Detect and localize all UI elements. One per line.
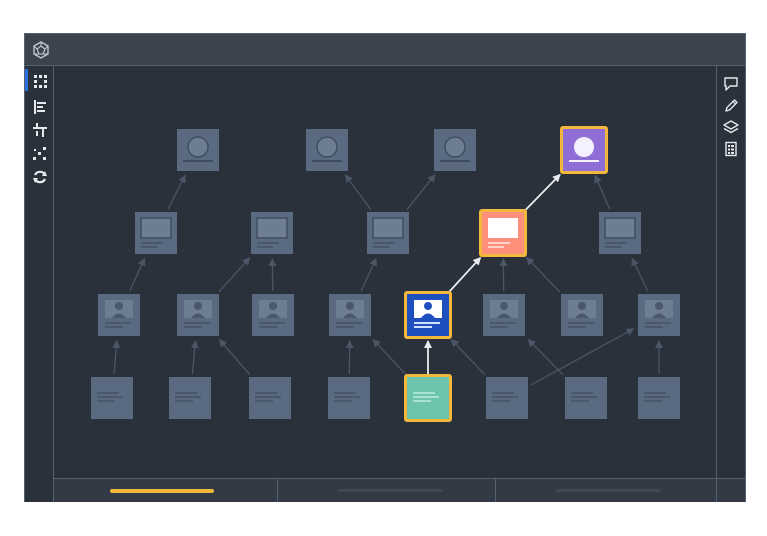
active-tool-indicator (25, 69, 28, 91)
polyhedron-icon[interactable] (32, 41, 50, 59)
pencil-icon[interactable] (723, 98, 739, 114)
document-card-node[interactable] (328, 377, 370, 419)
layers-icon[interactable] (723, 119, 739, 135)
highlighted-path-edge (448, 256, 482, 293)
document-card-node[interactable] (486, 377, 528, 419)
bottom-tab-1[interactable] (54, 479, 278, 502)
screen-card-node[interactable] (135, 212, 177, 254)
document-card-node[interactable] (249, 377, 291, 419)
screen-card-node[interactable] (251, 212, 293, 254)
graph-edge (167, 174, 186, 210)
profile-card-node[interactable] (561, 294, 603, 336)
grid-icon[interactable] (32, 73, 48, 89)
comment-icon[interactable] (723, 76, 739, 92)
graph-edges (112, 173, 663, 386)
highlighted-circle-card-node[interactable] (560, 126, 608, 174)
graph-edge (190, 339, 199, 375)
profile-card-node[interactable] (483, 294, 525, 336)
graph-edge (344, 174, 372, 210)
highlighted-profile-card-node[interactable] (404, 291, 452, 339)
screen-card-node[interactable] (367, 212, 409, 254)
bottom-tab-3[interactable] (496, 479, 717, 502)
graph-edge (594, 174, 611, 210)
bottom-tab-bar (54, 478, 745, 502)
graph-edge (218, 256, 251, 293)
app-window (24, 33, 746, 502)
document-card-node[interactable] (638, 377, 680, 419)
graph-edge (129, 257, 146, 292)
tab-placeholder (556, 489, 661, 492)
highlighted-screen-card-node[interactable] (479, 209, 527, 257)
profile-card-node[interactable] (98, 294, 140, 336)
graph-edge (218, 339, 251, 376)
right-toolbar (716, 66, 745, 478)
highlighted-document-card-node[interactable] (404, 374, 452, 422)
graph-edge (360, 257, 377, 292)
profile-card-node[interactable] (252, 294, 294, 336)
left-toolbar (25, 66, 54, 502)
profile-card-node[interactable] (638, 294, 680, 336)
bottom-tab-2[interactable] (278, 479, 496, 502)
profile-card-node[interactable] (329, 294, 371, 336)
align-left-icon[interactable] (32, 99, 48, 115)
highlighted-path-edge (524, 173, 561, 211)
hierarchy-icon[interactable] (32, 122, 48, 138)
circle-card-node[interactable] (177, 129, 219, 171)
graph-edge (631, 257, 649, 292)
notebook-icon[interactable] (723, 141, 739, 157)
profile-card-node[interactable] (177, 294, 219, 336)
document-card-node[interactable] (91, 377, 133, 419)
document-card-node[interactable] (565, 377, 607, 419)
graph-edge (450, 338, 486, 376)
screen-card-node[interactable] (599, 212, 641, 254)
document-card-node[interactable] (169, 377, 211, 419)
graph-edge (372, 338, 407, 376)
tab-placeholder (338, 489, 443, 492)
cycle-icon[interactable] (32, 169, 48, 185)
scatter-nodes-icon[interactable] (32, 146, 48, 162)
graph-canvas[interactable] (54, 66, 716, 478)
circle-card-node[interactable] (306, 129, 348, 171)
graph-edge (112, 339, 121, 375)
title-bar (25, 34, 745, 66)
graph-nodes (91, 126, 680, 422)
graph-edge (406, 174, 436, 211)
active-tab-indicator (110, 489, 214, 493)
circle-card-node[interactable] (434, 129, 476, 171)
graph-edge (526, 256, 561, 293)
